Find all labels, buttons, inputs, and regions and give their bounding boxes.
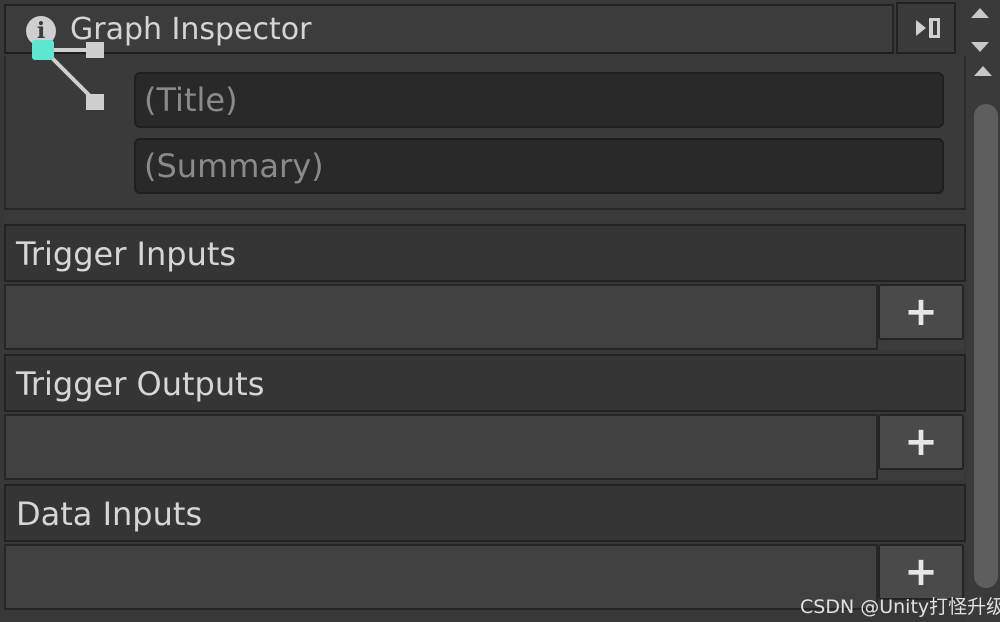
graph-node-icon xyxy=(32,40,104,110)
section-header-data-inputs[interactable]: Data Inputs xyxy=(4,484,966,542)
scroll-up-icon[interactable] xyxy=(974,66,992,76)
section-header-trigger-outputs[interactable]: Trigger Outputs xyxy=(4,354,966,412)
data-inputs-list xyxy=(4,544,878,610)
dock-panel-icon xyxy=(916,18,940,38)
scrollbar-thumb[interactable] xyxy=(974,104,998,588)
trigger-outputs-list xyxy=(4,414,878,480)
add-trigger-output-button[interactable]: + xyxy=(878,414,964,470)
scroll-up-icon[interactable] xyxy=(971,8,989,18)
list-footer xyxy=(878,340,964,350)
add-trigger-input-button[interactable]: + xyxy=(878,284,964,340)
inspector-header: i Graph Inspector xyxy=(4,4,894,54)
watermark: CSDN @Unity打怪升级 xyxy=(800,596,1000,618)
scroll-down-icon[interactable] xyxy=(971,42,989,52)
header-scrollbar[interactable] xyxy=(960,0,1000,58)
divider xyxy=(4,208,966,222)
graph-summary-input[interactable]: (Summary) xyxy=(134,138,944,194)
trigger-inputs-list xyxy=(4,284,878,350)
dock-button[interactable] xyxy=(896,2,956,54)
section-header-trigger-inputs[interactable]: Trigger Inputs xyxy=(4,224,966,282)
list-footer xyxy=(878,470,964,480)
graph-title-input[interactable]: (Title) xyxy=(134,72,944,128)
